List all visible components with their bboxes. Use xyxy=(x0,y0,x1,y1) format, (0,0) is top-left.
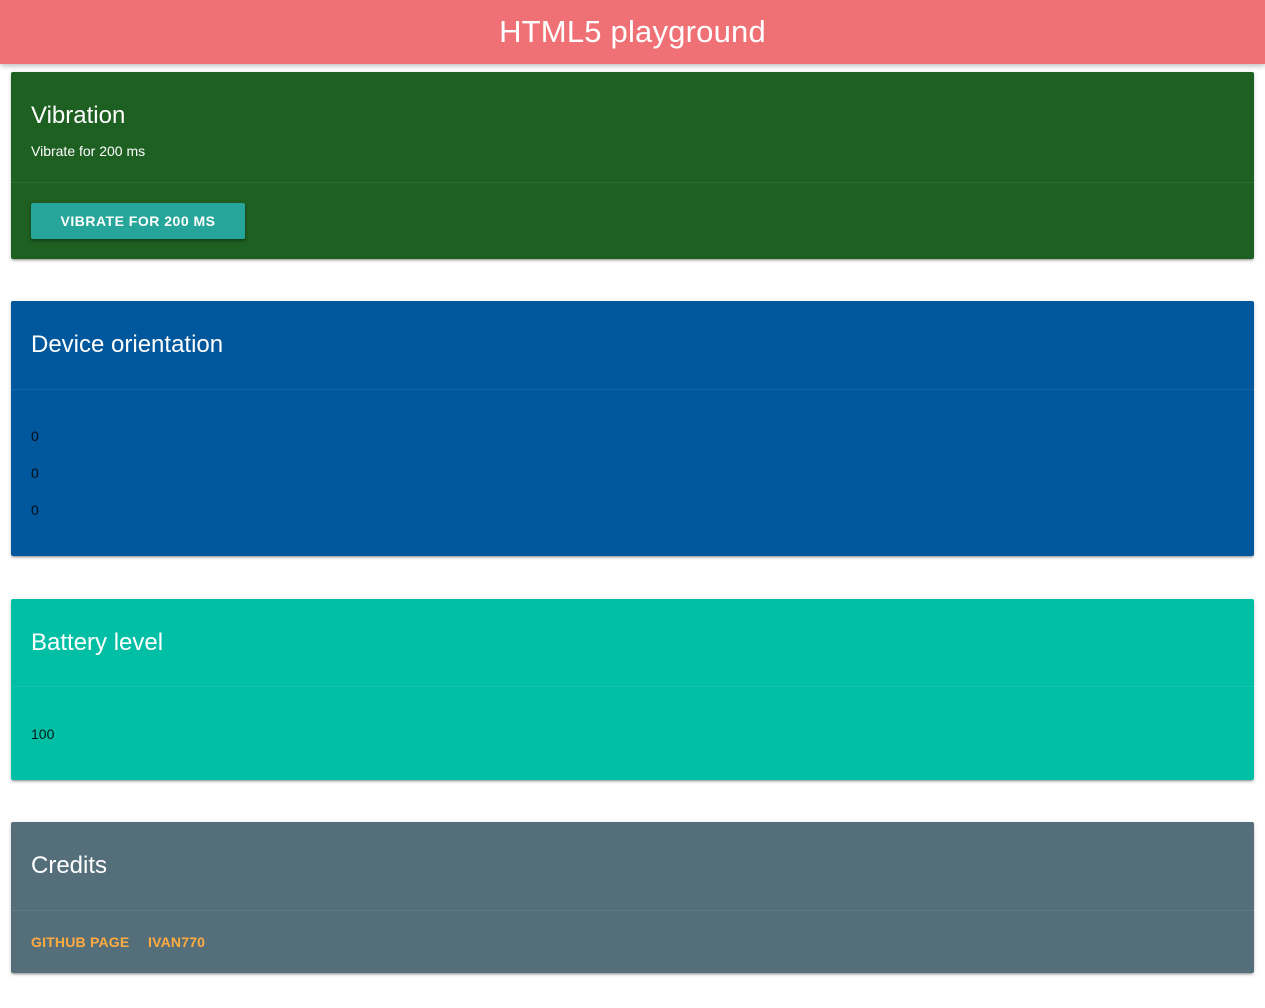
card-divider xyxy=(11,910,1254,911)
card-divider xyxy=(11,686,1254,687)
vibrate-button[interactable]: VIBRATE FOR 200 MS xyxy=(31,203,245,239)
credits-card: Credits GITHUB PAGE IVAN770 xyxy=(11,822,1254,973)
card-divider xyxy=(11,389,1254,390)
vibration-card-subtitle: Vibrate for 200 ms xyxy=(31,143,146,159)
orientation-value-gamma: 0 xyxy=(31,502,39,518)
page-title: HTML5 playground xyxy=(499,14,766,49)
device-orientation-card: Device orientation 0 0 0 xyxy=(11,301,1254,556)
battery-level-card-title: Battery level xyxy=(31,629,164,656)
card-divider xyxy=(11,182,1254,183)
credits-card-title: Credits xyxy=(31,852,108,879)
orientation-value-beta: 0 xyxy=(31,465,39,481)
app-header: HTML5 playground xyxy=(0,0,1265,64)
orientation-value-alpha: 0 xyxy=(31,428,39,444)
device-orientation-card-title: Device orientation xyxy=(31,331,224,358)
battery-level-value: 100 xyxy=(31,726,55,742)
vibration-card: Vibration Vibrate for 200 ms VIBRATE FOR… xyxy=(11,72,1254,259)
ivan770-link[interactable]: IVAN770 xyxy=(148,934,205,950)
github-page-link[interactable]: GITHUB PAGE xyxy=(31,934,129,950)
battery-level-card: Battery level 100 xyxy=(11,599,1254,780)
vibration-card-title: Vibration xyxy=(31,102,126,129)
